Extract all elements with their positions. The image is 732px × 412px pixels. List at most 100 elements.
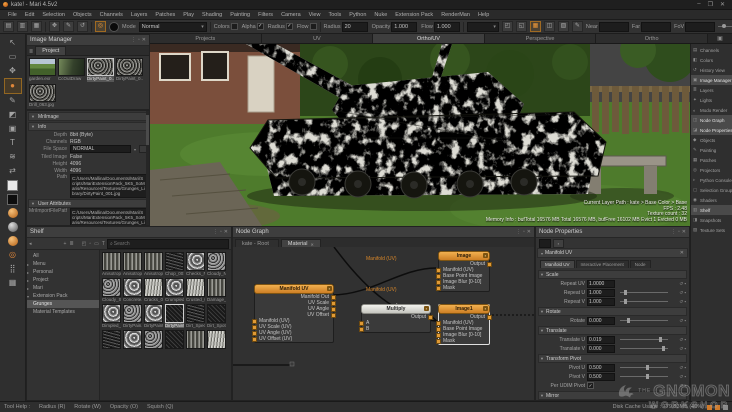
property-value-field[interactable]: 0.500 (587, 372, 615, 381)
property-reset-icons[interactable]: ↺ ▪ (673, 290, 686, 296)
camera-field-input[interactable] (598, 21, 629, 32)
shelf-tree-item[interactable]: ▸ Mari (27, 284, 99, 292)
panel-menu-icon[interactable]: ⋮ (516, 229, 521, 235)
shelf-item-thumbnail[interactable] (165, 330, 184, 349)
shelf-tree-item[interactable]: Material Templates (27, 308, 99, 316)
menu-item[interactable]: Edit (21, 12, 38, 18)
node-input-row[interactable]: Mask (436, 285, 489, 291)
toolbar-checkbox[interactable]: Flow (297, 23, 317, 30)
shelf-item[interactable]: Dimpled_... (102, 304, 121, 328)
menu-item[interactable]: Camera (277, 12, 305, 18)
viewport-tab[interactable]: Perspective (484, 34, 597, 43)
tool-button[interactable]: ● (3, 78, 22, 94)
shelf-item[interactable]: Anisotrop... (144, 252, 163, 276)
paste-buffer-icon[interactable]: ◱ (515, 21, 527, 32)
shelf-item[interactable]: Dirt_Spec... (186, 304, 205, 328)
open-project-icon[interactable]: ▥ (17, 21, 28, 32)
shelf-item[interactable]: Cloudy_S... (102, 278, 121, 302)
tool-button[interactable]: ↖ (5, 36, 21, 50)
property-slider[interactable] (620, 346, 668, 351)
section-caret-icon[interactable]: ▼ (540, 328, 544, 333)
image-thumbnail[interactable]: garden.exr (29, 58, 56, 82)
image-manager-header[interactable]: Image Manager ⋮ ▫ ✕ (27, 35, 149, 46)
shelf-menu-icon[interactable]: ≣ (69, 241, 73, 247)
shelf-item[interactable]: Crumpled... (165, 278, 184, 302)
viewport-tab[interactable]: Ortho (596, 34, 708, 43)
checkbox-box[interactable]: ✓ (256, 23, 264, 30)
menu-item[interactable]: Layers (127, 12, 152, 18)
panel-menu-icon[interactable]: ⋮ (213, 229, 218, 235)
folder-icon[interactable]: ▧ (557, 21, 569, 32)
input-port[interactable] (436, 339, 441, 344)
viewport-tab[interactable]: Projects (150, 34, 262, 43)
palette-tab[interactable]: ◫ Node Graph (691, 115, 732, 125)
hamburger-icon[interactable]: ≣ (29, 49, 33, 55)
palette-tab[interactable]: ▥ Shelf (691, 205, 732, 215)
viewport-layout-icon[interactable]: ▣ (708, 34, 732, 43)
shelf-item-thumbnail[interactable] (186, 278, 205, 297)
chevron-down-icon[interactable]: ▾ (134, 147, 136, 152)
shelf-item[interactable]: Checks_N... (186, 252, 205, 276)
menu-item[interactable]: Shading (198, 12, 226, 18)
palette-tab[interactable]: ◎ Projectors (691, 165, 732, 175)
shelf-item-thumbnail[interactable] (207, 278, 226, 297)
property-value-field[interactable]: 1.000 (587, 288, 615, 297)
tool-button[interactable]: ✥ (5, 64, 21, 78)
new-project-icon[interactable]: ▤ (3, 21, 14, 32)
property-reset-icons[interactable]: ↺ ▪ (673, 365, 686, 371)
menu-item[interactable]: Filters (254, 12, 277, 18)
close-button[interactable]: ✕ (720, 1, 725, 8)
property-value-field[interactable]: 0.019 (587, 335, 615, 344)
property-reset-icons[interactable]: ↺ ▪ (673, 299, 686, 305)
node-graph-header[interactable]: Node Graph ⋮ ▫ ✕ (233, 227, 534, 238)
tree-caret-icon[interactable]: ▾ (27, 294, 31, 299)
thumbnail-image[interactable] (116, 58, 143, 76)
node-input-row[interactable]: UV Offset (UV) (252, 336, 333, 342)
property-checkbox[interactable]: ✓ (587, 382, 594, 389)
mirror-projection-icon[interactable]: ◫ (543, 21, 555, 32)
checkbox-box[interactable] (230, 23, 238, 30)
panel-menu-icon[interactable]: ⋮ (671, 229, 676, 235)
property-slider[interactable] (620, 299, 668, 304)
shelf-item-thumbnail[interactable] (102, 304, 121, 323)
property-reset-icons[interactable]: ↺ ▪ (673, 383, 686, 389)
image-thumbnail[interactable]: DirtyPaint_0... (116, 58, 143, 82)
tool-button[interactable]: ◩ (5, 108, 21, 122)
palette-tab[interactable]: ▦ Patches (691, 155, 732, 165)
property-slider[interactable] (620, 365, 668, 370)
tool-button[interactable]: ◎ (5, 248, 21, 262)
property-slider[interactable] (620, 337, 668, 342)
panel-close-icon[interactable]: ✕ (682, 229, 686, 235)
shelf-item-thumbnail[interactable] (102, 252, 121, 271)
panel-float-icon[interactable]: ▫ (678, 229, 680, 235)
shelf-item[interactable]: Concrete... (123, 278, 142, 302)
viewport-tab[interactable]: UV (261, 34, 374, 43)
property-value-field[interactable]: 0.000 (587, 344, 615, 353)
tool-button[interactable] (5, 178, 21, 192)
menu-item[interactable]: Extension Pack (391, 12, 437, 18)
tool-button[interactable]: ▭ (5, 50, 21, 64)
node-input-row[interactable]: B (359, 326, 430, 332)
tool-button[interactable]: ⇄ (5, 164, 21, 178)
shelf-item[interactable]: Crusted_0... (186, 278, 205, 302)
shelf-item-thumbnail[interactable] (186, 330, 205, 349)
tool-button[interactable]: ▣ (5, 122, 21, 136)
menu-item[interactable]: Channels (96, 12, 127, 18)
node-settings-icon[interactable]: ▪ (424, 306, 429, 311)
menu-item[interactable]: File (4, 12, 21, 18)
shelf-item[interactable] (186, 330, 205, 354)
palette-tab[interactable]: ◐ Modo Render (691, 105, 732, 115)
tree-caret-icon[interactable]: ▸ (27, 278, 31, 283)
shelf-item-thumbnail[interactable] (144, 304, 163, 323)
panel-float-icon[interactable]: ▫ (138, 37, 140, 43)
tool-button[interactable]: T (5, 136, 21, 150)
tab-project[interactable]: Project (35, 46, 67, 55)
panel-menu-icon[interactable]: ⋮ (131, 37, 136, 43)
view-large-icon[interactable]: ◰ (82, 241, 87, 247)
toolbar-checkbox[interactable]: Alpha ✓ (242, 23, 264, 30)
shelf-item[interactable]: Damage_... (207, 278, 226, 302)
tool-button[interactable]: ▦ (5, 276, 21, 290)
palette-tab[interactable]: ▢ Selection Groups (691, 185, 732, 195)
image-thumbnail[interactable]: Drill_063.jpg (29, 84, 56, 108)
symmetry-grid-icon[interactable]: ▦ (529, 21, 541, 32)
